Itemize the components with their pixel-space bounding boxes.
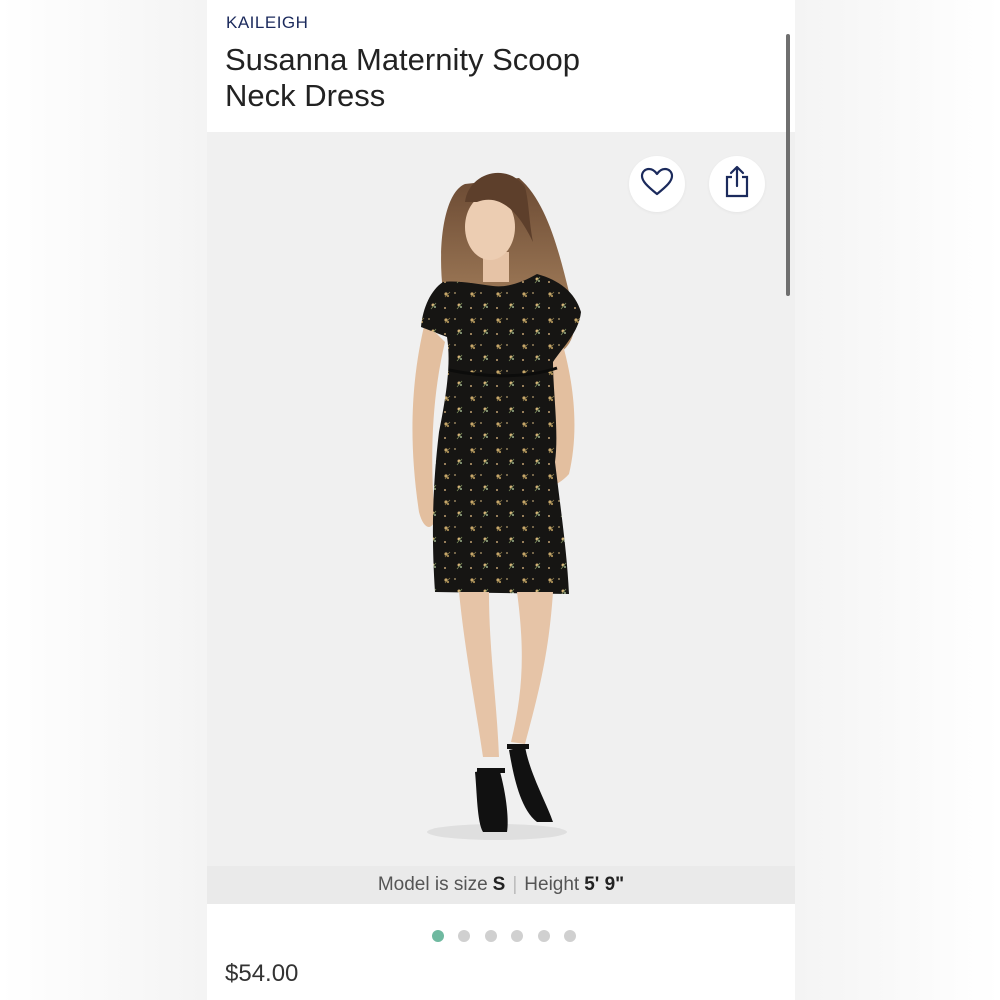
model-info-bar: Model is size S | Height 5' 9"	[207, 866, 795, 904]
carousel-dot-4[interactable]	[511, 930, 524, 942]
product-price: $54.00	[225, 960, 299, 987]
product-header: KAILEIGH Susanna Maternity Scoop Neck Dr…	[207, 0, 795, 132]
product-title: Susanna Maternity Scoop Neck Dress	[225, 42, 705, 114]
backdrop-left	[0, 0, 207, 1000]
product-photo	[412, 172, 581, 840]
carousel-dot-3[interactable]	[484, 930, 497, 942]
carousel-pagination	[207, 928, 795, 944]
brand-link[interactable]: KAILEIGH	[226, 13, 308, 33]
share-icon	[723, 165, 751, 204]
product-title-line-1: Susanna Maternity Scoop	[225, 42, 580, 77]
carousel-dot-6[interactable]	[564, 930, 577, 942]
model-info-separator: |	[512, 874, 518, 895]
model-height-value: 5' 9"	[584, 874, 625, 895]
carousel-dot-2[interactable]	[458, 930, 471, 942]
model-size-value: S	[492, 874, 506, 895]
scrollbar-thumb[interactable]	[786, 34, 790, 296]
model-size-label: Model is size	[377, 874, 488, 895]
product-screen: KAILEIGH Susanna Maternity Scoop Neck Dr…	[207, 0, 795, 1000]
heart-icon	[640, 167, 674, 202]
product-image-carousel[interactable]	[207, 132, 795, 866]
share-button[interactable]	[709, 156, 765, 212]
backdrop-right	[795, 0, 1000, 1000]
model-height-label: Height	[524, 874, 580, 895]
carousel-dot-1[interactable]	[431, 930, 444, 942]
favorite-button[interactable]	[629, 156, 685, 212]
product-title-line-2: Neck Dress	[225, 78, 386, 113]
carousel-dot-5[interactable]	[537, 930, 550, 942]
